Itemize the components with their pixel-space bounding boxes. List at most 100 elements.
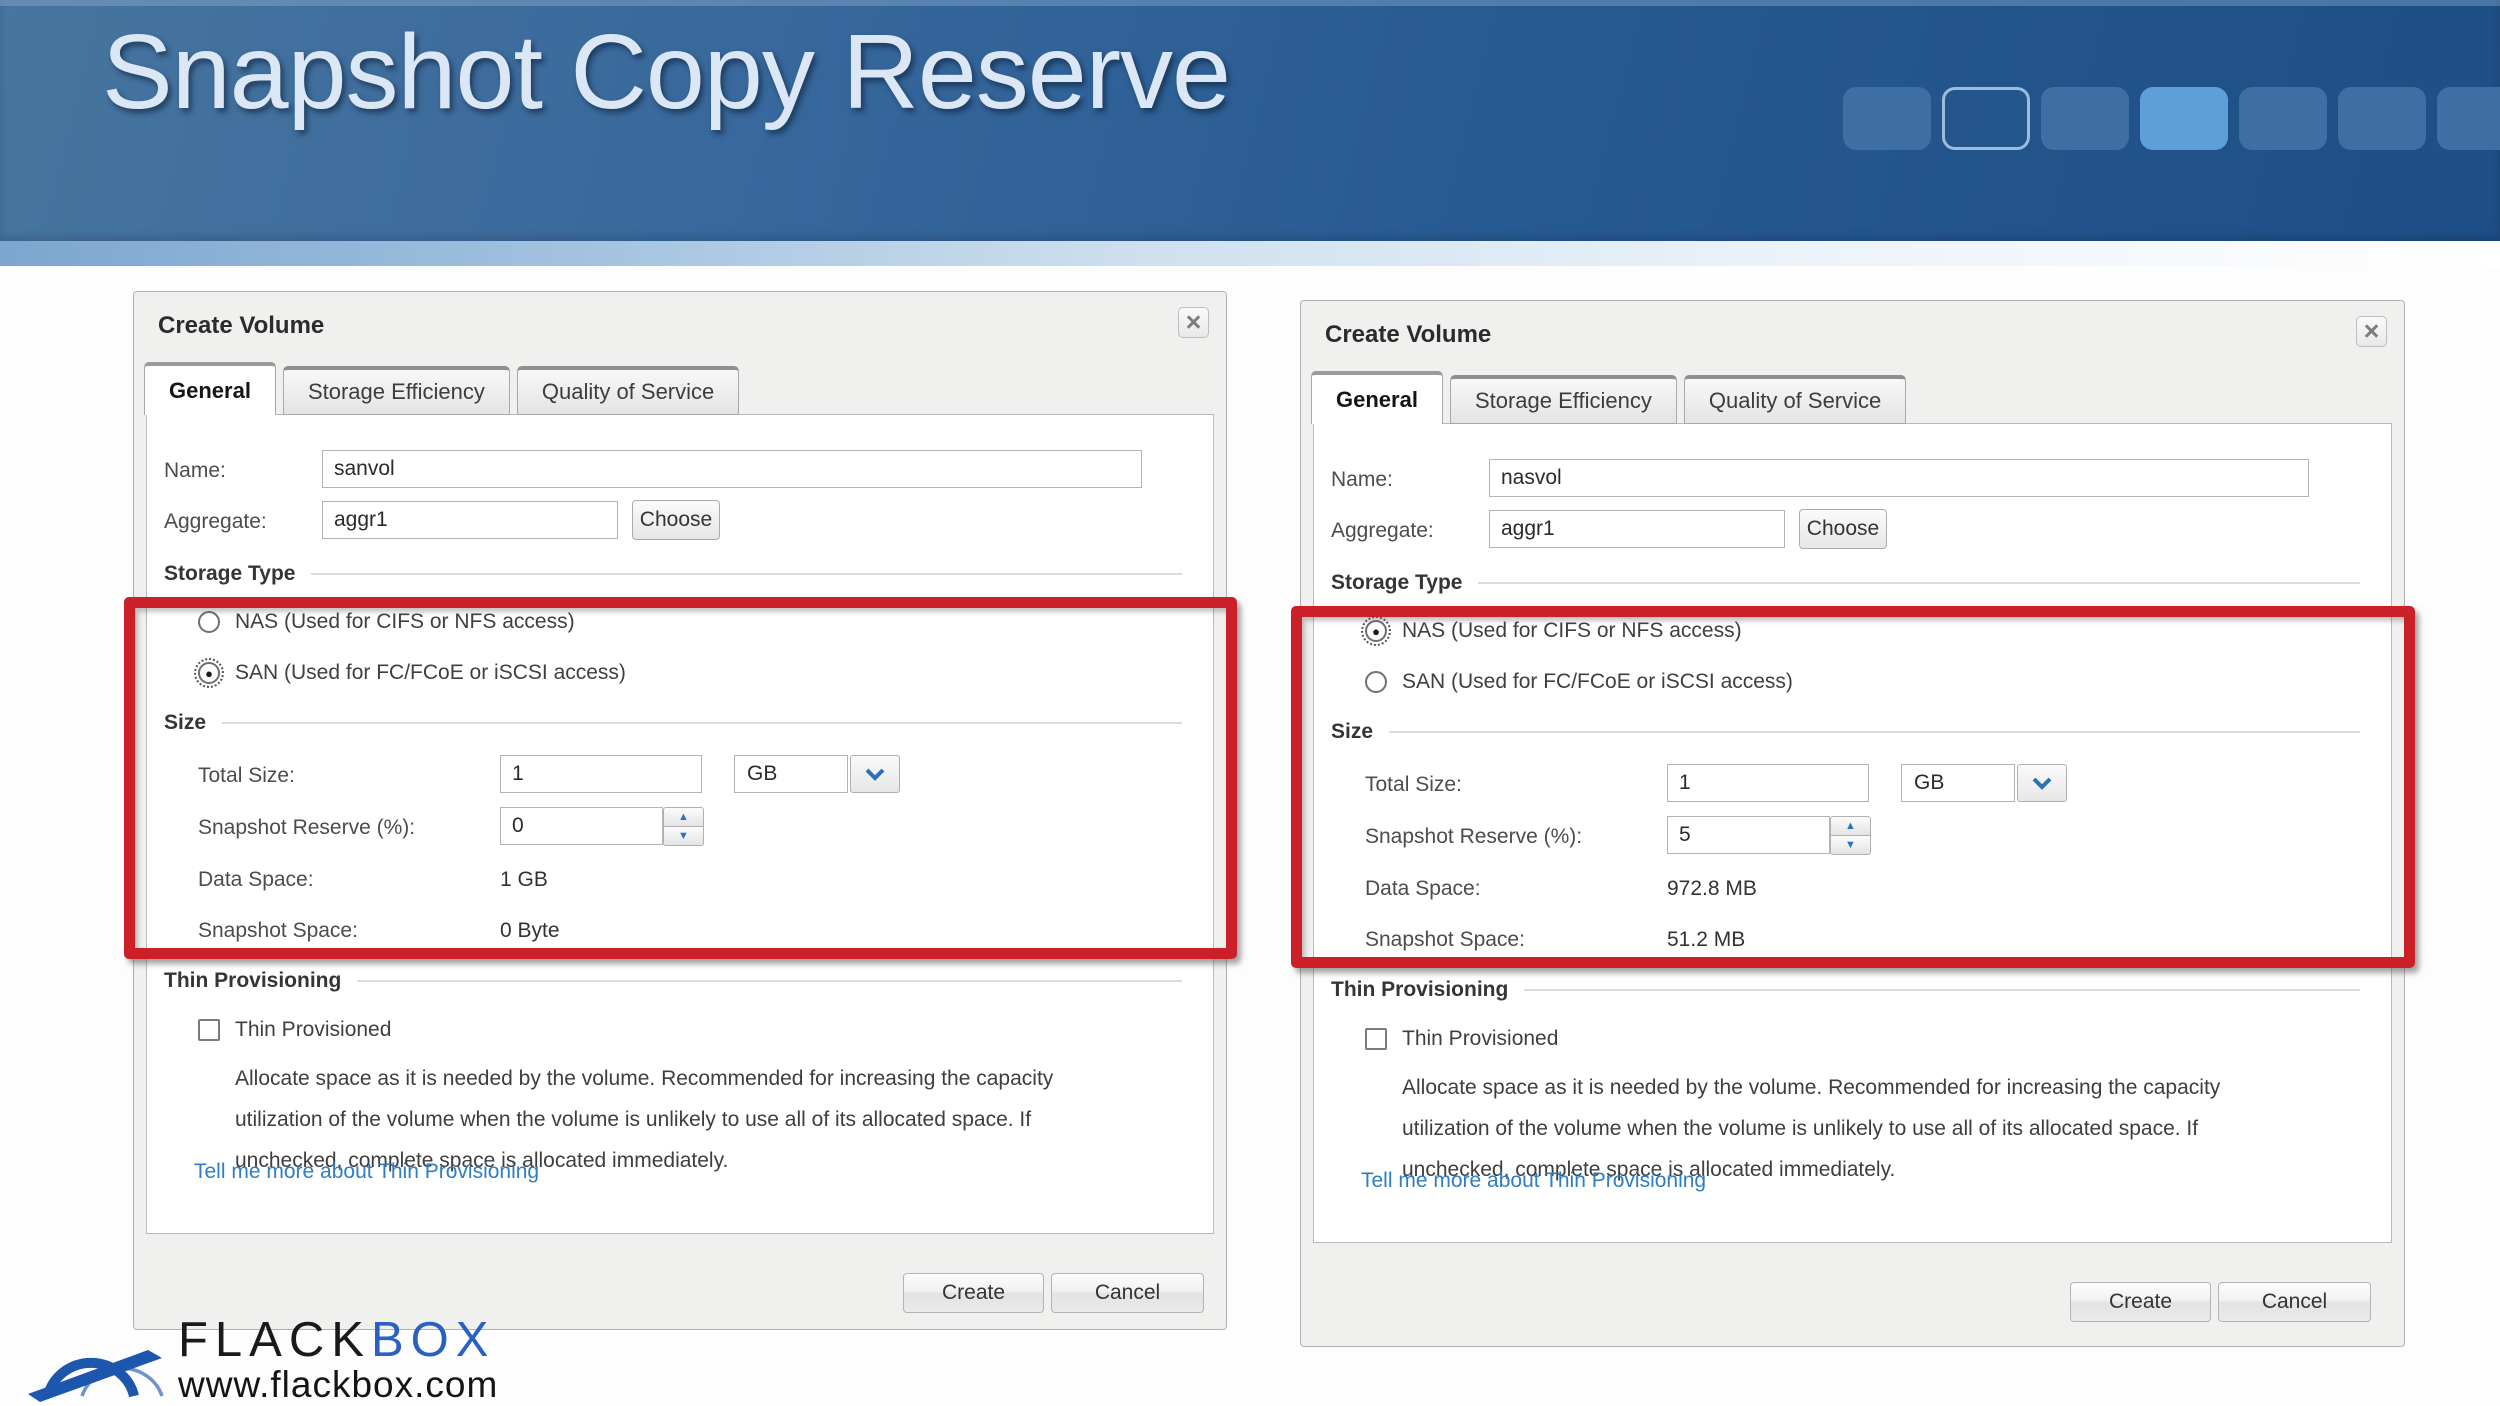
unit-value: GB — [1901, 764, 2015, 802]
tab-storage-efficiency[interactable]: Storage Efficiency — [283, 366, 510, 415]
decor-square — [2338, 87, 2426, 150]
tab-general[interactable]: General — [144, 362, 276, 415]
choose-button[interactable]: Choose — [1799, 509, 1887, 549]
thin-provisioned-checkbox-row[interactable]: Thin Provisioned — [1365, 1027, 1558, 1051]
close-button[interactable]: × — [2356, 316, 2387, 347]
banner: Snapshot Copy Reserve — [0, 0, 2500, 241]
thin-provisioned-label: Thin Provisioned — [235, 1018, 391, 1042]
page-title: Snapshot Copy Reserve — [102, 12, 1230, 133]
snapshot-reserve-input[interactable] — [500, 807, 663, 845]
tab-bar: General Storage Efficiency Quality of Se… — [1311, 371, 2394, 424]
create-button[interactable]: Create — [2070, 1282, 2211, 1322]
create-volume-dialog-san: Create Volume × General Storage Efficien… — [133, 291, 1227, 1330]
arrow-up-icon: ▲ — [1845, 820, 1856, 832]
radio-nas-label: NAS (Used for CIFS or NFS access) — [235, 610, 575, 634]
snapshot-space-value: 51.2 MB — [1667, 928, 1745, 952]
brand-box: BOX — [371, 1313, 495, 1367]
snapshot-reserve-input[interactable] — [1667, 816, 1830, 854]
flackbox-logo: FLACKBOX www.flackbox.com — [28, 1290, 568, 1406]
decor-square-accent — [2140, 87, 2228, 150]
data-space-value: 1 GB — [500, 868, 548, 892]
decor-square — [2239, 87, 2327, 150]
cancel-button[interactable]: Cancel — [2218, 1282, 2371, 1322]
radio-circle-icon — [1365, 671, 1387, 693]
radio-circle-icon — [198, 611, 220, 633]
radio-san-label: SAN (Used for FC/FCoE or iSCSI access) — [1402, 670, 1793, 694]
total-size-label: Total Size: — [198, 764, 295, 788]
aggregate-input[interactable] — [1489, 510, 1785, 548]
decor-square — [1843, 87, 1931, 150]
snapshot-space-label: Snapshot Space: — [1365, 928, 1525, 952]
radio-san-label: SAN (Used for FC/FCoE or iSCSI access) — [235, 661, 626, 685]
snapshot-space-value: 0 Byte — [500, 919, 560, 943]
radio-dot: ● — [205, 667, 213, 680]
name-label: Name: — [1331, 468, 1393, 492]
thin-provisioning-header: Thin Provisioning — [164, 969, 1182, 993]
bridge-logo-icon — [28, 1306, 178, 1402]
unit-dropdown-button[interactable] — [850, 755, 900, 793]
aggregate-label: Aggregate: — [1331, 519, 1434, 543]
snapshot-space-label: Snapshot Space: — [198, 919, 358, 943]
unit-dropdown-button[interactable] — [2017, 764, 2067, 802]
arrow-down-icon: ▼ — [678, 830, 689, 842]
name-input[interactable] — [1489, 459, 2309, 497]
name-label: Name: — [164, 459, 226, 483]
tab-quality-of-service[interactable]: Quality of Service — [1684, 375, 1906, 424]
snapshot-reserve-spinner: ▲ ▼ — [663, 807, 704, 846]
brand-flack: FLACK — [178, 1313, 371, 1367]
data-space-value: 972.8 MB — [1667, 877, 1757, 901]
close-icon: × — [1186, 307, 1202, 337]
radio-nas-label: NAS (Used for CIFS or NFS access) — [1402, 619, 1742, 643]
thin-provisioning-link[interactable]: Tell me more about Thin Provisioning — [194, 1160, 539, 1184]
radio-san[interactable]: ● SAN (Used for FC/FCoE or iSCSI access) — [198, 661, 626, 685]
thin-provisioning-header: Thin Provisioning — [1331, 978, 2360, 1002]
radio-san[interactable]: SAN (Used for FC/FCoE or iSCSI access) — [1365, 670, 1793, 694]
radio-circle-icon: ● — [1365, 620, 1387, 642]
thin-provisioned-checkbox-row[interactable]: Thin Provisioned — [198, 1018, 391, 1042]
unit-value: GB — [734, 755, 848, 793]
storage-type-header: Storage Type — [164, 562, 1182, 586]
spinner-down-button[interactable]: ▼ — [663, 826, 704, 846]
radio-nas[interactable]: ● NAS (Used for CIFS or NFS access) — [1365, 619, 1742, 643]
total-size-input[interactable] — [500, 755, 702, 793]
total-size-label: Total Size: — [1365, 773, 1462, 797]
decor-square — [2437, 87, 2500, 150]
radio-dot: ● — [1372, 625, 1380, 638]
spinner-up-button[interactable]: ▲ — [663, 807, 704, 827]
radio-nas[interactable]: NAS (Used for CIFS or NFS access) — [198, 610, 575, 634]
create-button[interactable]: Create — [903, 1273, 1044, 1313]
create-volume-dialog-nas: Create Volume × General Storage Efficien… — [1300, 300, 2405, 1347]
total-size-input[interactable] — [1667, 764, 1869, 802]
aggregate-input[interactable] — [322, 501, 618, 539]
storage-type-header: Storage Type — [1331, 571, 2360, 595]
close-button[interactable]: × — [1178, 307, 1209, 338]
tab-bar: General Storage Efficiency Quality of Se… — [144, 362, 1216, 415]
checkbox-icon[interactable] — [1365, 1028, 1387, 1050]
size-header: Size — [1331, 720, 2360, 744]
snapshot-reserve-spinner: ▲ ▼ — [1830, 816, 1871, 855]
snapshot-reserve-label: Snapshot Reserve (%): — [198, 816, 415, 840]
close-icon: × — [2364, 316, 2380, 346]
spinner-down-button[interactable]: ▼ — [1830, 835, 1871, 855]
arrow-down-icon: ▼ — [1845, 839, 1856, 851]
radio-circle-icon: ● — [198, 662, 220, 684]
checkbox-icon[interactable] — [198, 1019, 220, 1041]
slide: Snapshot Copy Reserve Create Volume × Ge… — [0, 0, 2500, 1406]
thin-provisioned-label: Thin Provisioned — [1402, 1027, 1558, 1051]
data-space-label: Data Space: — [1365, 877, 1481, 901]
size-header: Size — [164, 711, 1182, 735]
chevron-down-icon — [864, 767, 886, 781]
name-input[interactable] — [322, 450, 1142, 488]
choose-button[interactable]: Choose — [632, 500, 720, 540]
cancel-button[interactable]: Cancel — [1051, 1273, 1204, 1313]
dialog-title: Create Volume — [1325, 321, 1491, 349]
arrow-up-icon: ▲ — [678, 811, 689, 823]
thin-provisioning-link[interactable]: Tell me more about Thin Provisioning — [1361, 1169, 1706, 1193]
chevron-down-icon — [2031, 776, 2053, 790]
data-space-label: Data Space: — [198, 868, 314, 892]
decor-square-outline — [1942, 87, 2030, 150]
tab-quality-of-service[interactable]: Quality of Service — [517, 366, 739, 415]
tab-storage-efficiency[interactable]: Storage Efficiency — [1450, 375, 1677, 424]
tab-general[interactable]: General — [1311, 371, 1443, 424]
spinner-up-button[interactable]: ▲ — [1830, 816, 1871, 836]
